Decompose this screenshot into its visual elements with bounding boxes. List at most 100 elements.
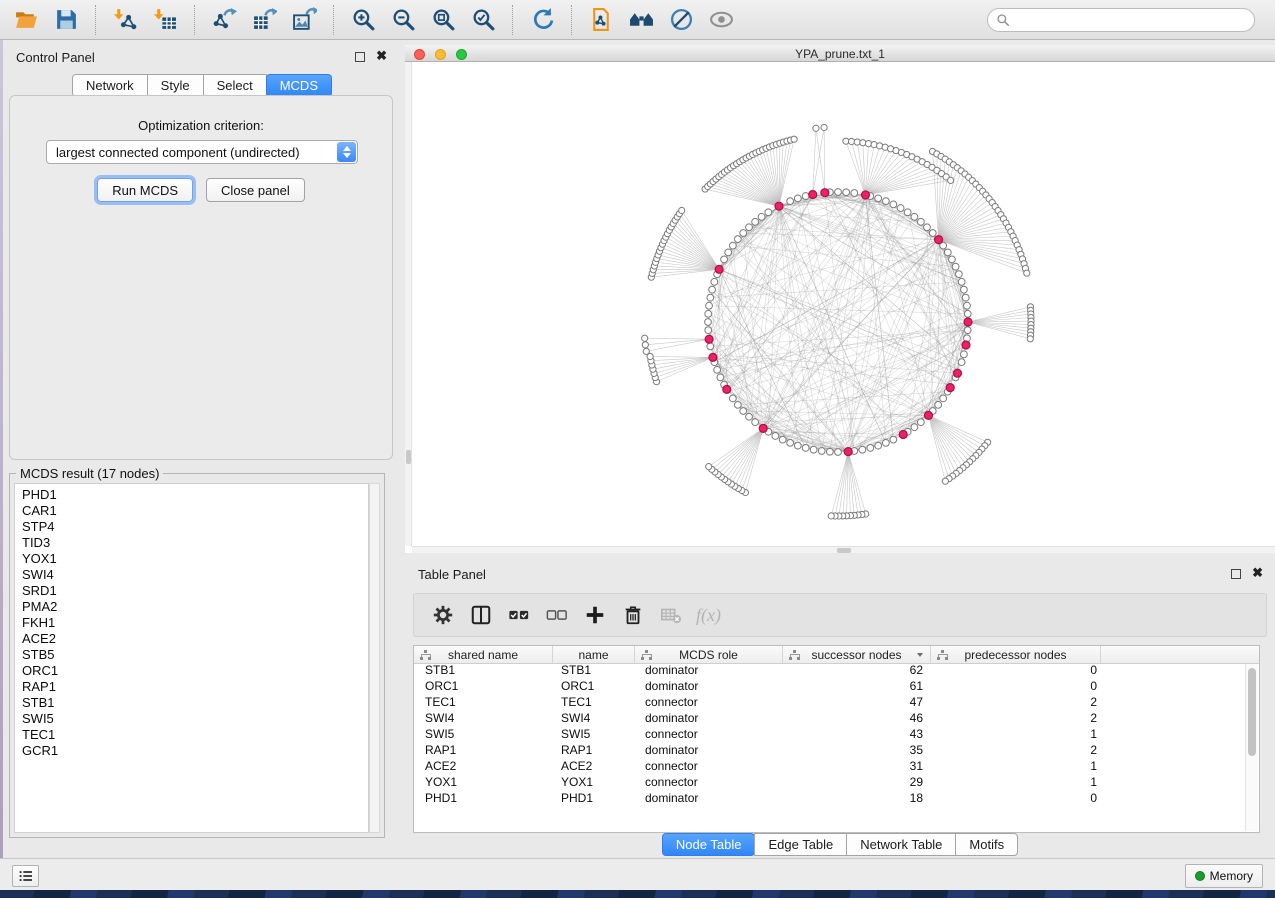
task-history-button[interactable] [12,865,39,887]
mcds-result-item[interactable]: PHD1 [22,487,368,503]
mcds-result-item[interactable]: STB5 [22,647,368,663]
table-row[interactable]: SWI5SWI5connector431 [414,726,1259,742]
mcds-result-list: PHD1CAR1STP4TID3YOX1SWI4SRD1PMA2FKH1ACE2… [14,483,369,833]
open-session-icon[interactable] [6,3,46,37]
table-cell: TEC1 [553,695,635,709]
table-cell: ORC1 [414,679,553,693]
close-panel-icon[interactable]: ✖ [376,49,387,63]
add-column-icon[interactable] [576,597,614,633]
table-row[interactable]: STB1STB1dominator620 [414,662,1259,678]
memory-button[interactable]: Memory [1185,864,1263,888]
mcds-result-item[interactable]: PMA2 [22,599,368,615]
column-header-predecessor-nodes[interactable]: predecessor nodes [931,646,1101,663]
deselect-all-checks-icon[interactable] [538,597,576,633]
function-builder-icon[interactable]: f(x) [696,605,721,626]
table-cell: connector [635,775,783,789]
sort-chevron-icon[interactable] [917,653,923,657]
export-table-icon[interactable] [244,3,284,37]
tab-network-table[interactable]: Network Table [846,833,956,856]
import-network-icon[interactable] [105,3,145,37]
zoom-fit-icon[interactable] [423,3,463,37]
mcds-result-item[interactable]: ACE2 [22,631,368,647]
mcds-result-item[interactable]: FKH1 [22,615,368,631]
tab-select[interactable]: Select [203,74,267,97]
mcds-result-item[interactable]: SWI5 [22,711,368,727]
column-header-MCDS-role[interactable]: MCDS role [635,646,783,663]
network-graph[interactable] [412,62,1269,546]
mcds-pane: Optimization criterion: largest connecte… [9,95,393,460]
scrollbar-thumb[interactable] [406,450,411,464]
result-scrollbar[interactable] [369,483,380,833]
table-cell: ACE2 [414,759,553,773]
network-horizontal-scrollbar[interactable] [412,546,1275,553]
save-session-icon[interactable] [46,3,86,37]
scrollbar-thumb[interactable] [837,548,851,553]
column-header-name[interactable]: name [553,646,635,663]
zoom-out-icon[interactable] [383,3,423,37]
network-canvas[interactable] [405,62,1275,553]
network-titlebar[interactable]: YPA_prune.txt_1 [405,45,1275,62]
mcds-result-item[interactable]: SWI4 [22,567,368,583]
table-scrollbar[interactable] [1245,664,1258,831]
tab-network[interactable]: Network [72,74,148,97]
select-all-checks-icon[interactable] [500,597,538,633]
tab-edge-table[interactable]: Edge Table [754,833,847,856]
table-row[interactable]: TEC1TEC1connector472 [414,694,1259,710]
tab-mcds[interactable]: MCDS [266,74,332,97]
mcds-result-item[interactable]: TEC1 [22,727,368,743]
zoom-in-icon[interactable] [343,3,383,37]
clone-network-icon[interactable] [581,3,621,37]
float-table-panel-icon[interactable] [1231,569,1241,579]
mcds-result-item[interactable]: ORC1 [22,663,368,679]
table-header-row: shared namenameMCDS rolesuccessor nodesp… [414,646,1259,664]
tab-motifs[interactable]: Motifs [955,833,1018,856]
network-vertical-scrollbar[interactable] [405,62,412,546]
zoom-selected-icon[interactable] [463,3,503,37]
export-network-icon[interactable] [204,3,244,37]
delete-table-icon[interactable] [652,597,690,633]
search-box[interactable] [987,8,1255,32]
mcds-result-box: MCDS result (17 nodes) PHD1CAR1STP4TID3Y… [9,466,385,838]
close-table-panel-icon[interactable]: ✖ [1252,566,1263,580]
criterion-dropdown[interactable]: largest connected component (undirected) [46,140,358,164]
mcds-result-item[interactable]: CAR1 [22,503,368,519]
column-header-shared-name[interactable]: shared name [414,646,553,663]
run-mcds-button[interactable]: Run MCDS [97,178,193,202]
export-image-icon[interactable] [284,3,324,37]
import-table-icon[interactable] [145,3,185,37]
table-row[interactable]: ACE2ACE2connector311 [414,758,1259,774]
binoculars-icon[interactable] [621,3,661,37]
show-columns-icon[interactable] [462,597,500,633]
table-settings-icon[interactable] [424,597,462,633]
delete-column-icon[interactable] [614,597,652,633]
refresh-layout-icon[interactable] [522,3,562,37]
node-table[interactable]: shared namenameMCDS rolesuccessor nodesp… [413,645,1260,833]
table-cell: 1 [931,759,1101,773]
scrollbar-thumb[interactable] [1248,668,1256,756]
table-row[interactable]: RAP1RAP1dominator352 [414,742,1259,758]
search-input[interactable] [1010,12,1254,27]
mcds-result-item[interactable]: GCR1 [22,743,368,759]
table-row[interactable]: PHD1PHD1dominator180 [414,790,1259,806]
tab-style[interactable]: Style [147,74,204,97]
column-header-successor-nodes[interactable]: successor nodes [783,646,931,663]
mcds-result-item[interactable]: RAP1 [22,679,368,695]
table-tabs: Node TableEdge TableNetwork TableMotifs [405,833,1275,856]
hide-selected-icon[interactable] [661,3,701,37]
table-row[interactable]: YOX1YOX1connector291 [414,774,1259,790]
tab-node-table[interactable]: Node Table [662,833,756,856]
mcds-result-item[interactable]: STB1 [22,695,368,711]
float-panel-icon[interactable] [355,52,365,62]
mcds-result-item[interactable]: TID3 [22,535,368,551]
mcds-result-item[interactable]: YOX1 [22,551,368,567]
memory-status-dot [1195,871,1205,881]
mcds-result-item[interactable]: SRD1 [22,583,368,599]
mcds-hub-node [953,369,961,377]
table-row[interactable]: ORC1ORC1dominator610 [414,678,1259,694]
show-all-eye-icon[interactable] [701,3,741,37]
table-panel-titlebar: Table Panel ✖ [405,562,1275,586]
table-row[interactable]: SWI4SWI4dominator462 [414,710,1259,726]
mcds-result-item[interactable]: STP4 [22,519,368,535]
table-cell: ORC1 [553,679,635,693]
close-panel-button[interactable]: Close panel [206,178,305,202]
